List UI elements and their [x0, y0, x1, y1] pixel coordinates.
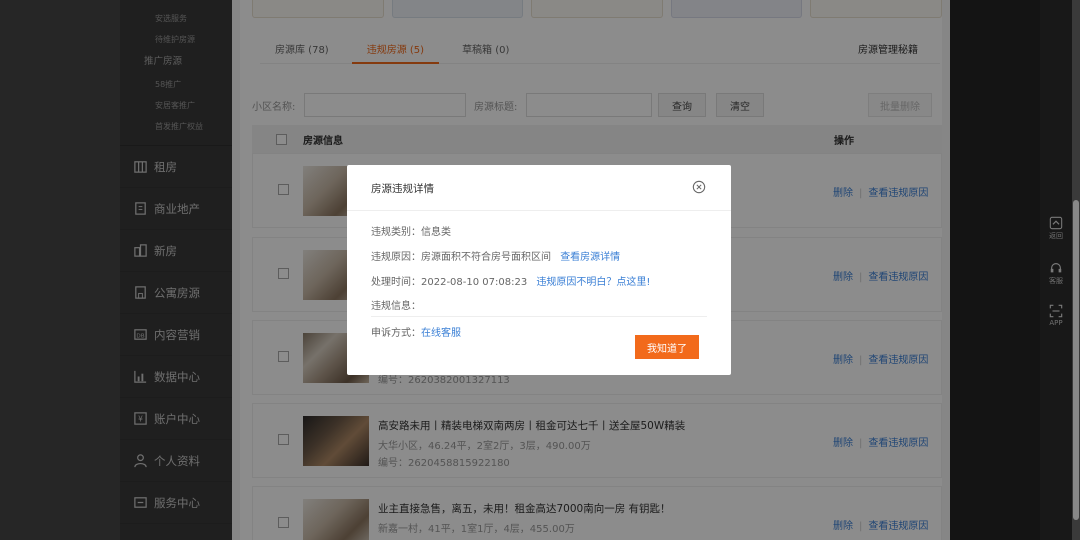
- online-service-link[interactable]: 在线客服: [421, 328, 461, 339]
- handling-time-value: 2022-08-10 07:08:23: [421, 277, 528, 288]
- violation-reason-label: 违规原因：: [371, 252, 421, 263]
- page-scrollbar[interactable]: [1072, 0, 1080, 540]
- appeal-label: 申诉方式：: [371, 328, 421, 339]
- violation-detail-modal: 房源违规详情 违规类别：信息类 违规原因：房源面积不符合房号面积区间 查看房源详…: [347, 165, 731, 375]
- close-icon[interactable]: [692, 180, 706, 194]
- violation-type-row: 违规类别：信息类: [371, 223, 451, 238]
- modal-inner-divider: [371, 316, 707, 317]
- violation-reason-value: 房源面积不符合房号面积区间: [421, 252, 551, 263]
- violation-info-row: 违规信息：: [371, 297, 421, 312]
- modal-divider: [347, 210, 731, 211]
- violation-type-value: 信息类: [421, 227, 451, 238]
- left-gutter: [0, 0, 120, 540]
- handling-time-row: 处理时间：2022-08-10 07:08:23 违规原因不明白？点这里!: [371, 273, 650, 288]
- modal-title: 房源违规详情: [371, 183, 434, 195]
- appeal-row: 申诉方式：在线客服: [371, 324, 461, 339]
- handling-time-label: 处理时间：: [371, 277, 421, 288]
- view-listing-detail-link[interactable]: 查看房源详情: [560, 252, 620, 263]
- scrollbar-thumb[interactable]: [1073, 200, 1079, 520]
- violation-info-label: 违规信息：: [371, 301, 421, 312]
- reason-help-link[interactable]: 违规原因不明白？点这里!: [536, 277, 650, 288]
- violation-reason-row: 违规原因：房源面积不符合房号面积区间 查看房源详情: [371, 248, 620, 263]
- got-it-button[interactable]: 我知道了: [635, 335, 699, 359]
- violation-type-label: 违规类别：: [371, 227, 421, 238]
